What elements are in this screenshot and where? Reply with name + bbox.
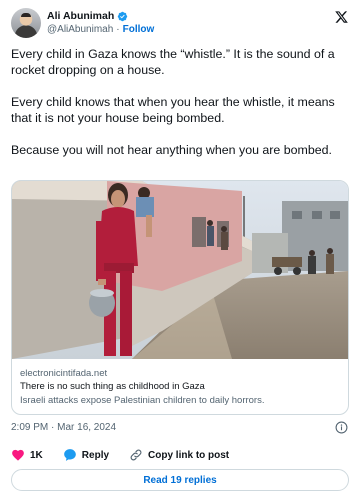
x-logo-icon[interactable] — [334, 10, 349, 24]
avatar[interactable] — [11, 8, 41, 38]
card-meta: electronicintifada.net There is no such … — [20, 367, 340, 408]
tweet-timestamp[interactable]: 2:09 PM · Mar 16, 2024 — [11, 422, 116, 433]
link-icon — [130, 449, 142, 461]
link-preview-card[interactable]: electronicintifada.net There is no such … — [11, 180, 349, 415]
card-image[interactable] — [12, 181, 348, 359]
like-count: 1K — [30, 449, 43, 461]
follow-button[interactable]: Follow — [123, 24, 155, 35]
card-domain[interactable]: electronicintifada.net — [20, 367, 340, 380]
action-bar: 1K Reply Copy link to post — [11, 447, 349, 463]
reply-bubble-icon — [63, 449, 76, 461]
tweet-header: Ali Abunimah @AliAbunimah · Follow — [11, 8, 349, 38]
tweet-paragraph: Every child in Gaza knows the “whistle.”… — [11, 47, 335, 77]
card-description: Israeli attacks expose Palestinian child… — [20, 395, 265, 406]
separator-dot: · — [116, 24, 120, 35]
tweet-paragraph: Every child knows that when you hear the… — [11, 95, 335, 125]
read-replies-button[interactable]: Read 19 replies — [11, 469, 349, 491]
copy-link-label: Copy link to post — [148, 449, 230, 461]
author-name-row[interactable]: Ali Abunimah — [47, 10, 128, 22]
copy-link-button[interactable]: Copy link to post — [129, 448, 229, 462]
reply-button[interactable]: Reply — [63, 448, 109, 462]
tweet-paragraph: Because you will not hear anything when … — [11, 143, 332, 157]
reply-label: Reply — [81, 449, 110, 461]
verified-badge-icon — [118, 11, 128, 21]
card-title[interactable]: There is no such thing as childhood in G… — [20, 380, 340, 394]
author-display-name[interactable]: Ali Abunimah — [47, 10, 114, 22]
like-button[interactable]: 1K — [11, 448, 43, 462]
heart-icon — [12, 449, 24, 461]
info-icon[interactable] — [335, 421, 348, 434]
author-handle[interactable]: @AliAbunimah — [47, 24, 113, 35]
author-handle-row: @AliAbunimah · Follow — [47, 24, 154, 35]
tweet-text: Every child in Gaza knows the “whistle.”… — [11, 46, 349, 158]
